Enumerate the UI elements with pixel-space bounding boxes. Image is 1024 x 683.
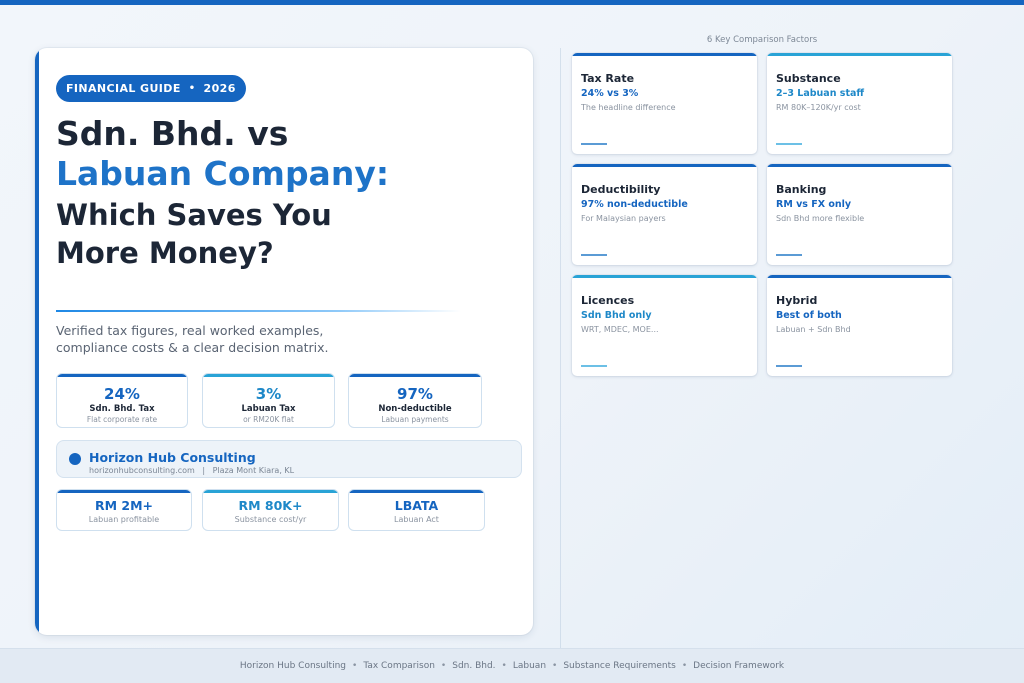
factor-card-banking: Banking RM vs FX only Sdn Bhd more flexi… <box>767 164 952 265</box>
stat-card-lbata: LBATA Labuan Act <box>348 489 485 531</box>
footer-item: Sdn. Bhd. <box>452 661 496 671</box>
footer-separator: • <box>352 661 358 671</box>
footer-separator: • <box>501 661 507 671</box>
factor-subtext: Sdn Bhd more flexible <box>776 214 865 223</box>
factor-card-accent <box>767 164 952 167</box>
stat-value: 24% <box>104 385 140 403</box>
consultant-location: Plaza Mont Kiara, KL <box>212 466 295 475</box>
stat-value: LBATA <box>394 498 439 513</box>
factor-value: 97% non-deductible <box>581 199 688 210</box>
factor-title: Substance <box>776 72 841 85</box>
footer-item: Substance Requirements <box>563 661 676 671</box>
factor-subtext: WRT, MDEC, MOE... <box>581 325 659 334</box>
factor-card-accent <box>572 53 757 56</box>
stat-sublabel: Labuan payments <box>381 415 449 424</box>
footer-separator: • <box>681 661 688 671</box>
factor-underline <box>776 365 802 367</box>
stat-card-sdn-bhd-tax: 24% Sdn. Bhd. Tax Flat corporate rate <box>56 373 188 428</box>
factor-card-licences: Licences Sdn Bhd only WRT, MDEC, MOE... <box>572 275 757 376</box>
factor-title: Deductibility <box>581 183 661 196</box>
stat-sublabel: Labuan Act <box>394 515 439 524</box>
stat-card-non-deductible: 97% Non-deductible Labuan payments <box>348 373 482 428</box>
footer-bar: Horizon Hub Consulting • Tax Comparison … <box>0 648 1024 683</box>
stat-card-accent <box>349 490 484 493</box>
factor-card-deductibility: Deductibility 97% non-deductible For Mal… <box>572 164 757 265</box>
factor-subtext: Labuan + Sdn Bhd <box>776 325 851 334</box>
factor-card-accent <box>767 275 952 278</box>
guide-badge: FINANCIAL GUIDE • 2026 <box>56 75 246 102</box>
top-accent-bar <box>0 0 1024 5</box>
factor-underline <box>581 365 607 367</box>
consultant-name: Horizon Hub Consulting <box>89 450 256 465</box>
footer-separator: • <box>440 661 447 671</box>
consultant-banner: Horizon Hub Consulting horizonhubconsult… <box>56 440 522 478</box>
title-line-1: Sdn. Bhd. vs <box>56 114 289 153</box>
panel-divider <box>560 48 561 648</box>
stat-sublabel: Flat corporate rate <box>86 415 158 424</box>
badge-label: FINANCIAL GUIDE <box>66 82 181 95</box>
consultant-website[interactable]: horizonhubconsulting.com <box>89 466 195 475</box>
factor-title: Licences <box>581 294 635 307</box>
badge-year: 2026 <box>203 82 236 95</box>
stat-label: Labuan Tax <box>241 404 296 414</box>
consultant-separator: | <box>202 466 206 475</box>
title-line-2: Labuan Company: <box>56 154 390 193</box>
stat-card-labuan-tax: 3% Labuan Tax or RM20K flat <box>202 373 335 428</box>
page-title: Sdn. Bhd. vs Labuan Company: Which Saves… <box>56 114 516 272</box>
factor-value: 2–3 Labuan staff <box>776 88 865 99</box>
stat-value: 3% <box>255 385 282 403</box>
factor-value: Sdn Bhd only <box>581 310 652 321</box>
stat-card-labuan-profitable: RM 2M+ Labuan profitable <box>56 489 192 531</box>
factor-underline <box>581 254 607 256</box>
title-line-3: Which Saves You <box>56 198 332 232</box>
stat-sublabel: Substance cost/yr <box>234 515 307 524</box>
factor-card-accent <box>767 53 952 56</box>
stat-label: Non-deductible <box>378 404 452 414</box>
footer-item: Horizon Hub Consulting <box>239 661 346 671</box>
stat-value: 97% <box>397 385 433 403</box>
factor-title: Hybrid <box>776 294 818 307</box>
consultant-dot-icon <box>69 453 81 465</box>
title-divider <box>56 310 461 312</box>
stat-card-accent <box>57 374 187 377</box>
factor-card-hybrid: Hybrid Best of both Labuan + Sdn Bhd <box>767 275 952 376</box>
stat-value: RM 2M+ <box>94 498 154 513</box>
stat-card-accent <box>57 490 191 493</box>
factor-value: RM vs FX only <box>776 199 852 210</box>
factors-heading: 6 Key Comparison Factors <box>706 35 818 45</box>
hero-card: FINANCIAL GUIDE • 2026 Sdn. Bhd. vs Labu… <box>35 48 533 635</box>
factor-subtext: For Malaysian payers <box>581 214 666 223</box>
consultant-details: horizonhubconsulting.com | Plaza Mont Ki… <box>89 466 294 475</box>
factor-underline <box>776 143 802 145</box>
page-subtitle: Verified tax figures, real worked exampl… <box>56 323 329 355</box>
footer-item: Labuan <box>512 661 547 671</box>
footer-separator: • <box>552 661 558 671</box>
factor-card-accent <box>572 164 757 167</box>
footer-item: Tax Comparison <box>363 661 435 671</box>
hero-accent-stripe <box>35 48 39 635</box>
badge-separator: • <box>188 83 196 94</box>
factor-subtext: The headline difference <box>581 103 676 112</box>
factor-card-accent <box>572 275 757 278</box>
stat-card-accent <box>203 490 338 493</box>
factor-underline <box>776 254 802 256</box>
factor-value: 24% vs 3% <box>581 88 639 99</box>
factor-card-substance: Substance 2–3 Labuan staff RM 80K–120K/y… <box>767 53 952 154</box>
factor-underline <box>581 143 607 145</box>
factor-title: Tax Rate <box>581 72 635 85</box>
factor-title: Banking <box>776 183 827 196</box>
factor-card-tax-rate: Tax Rate 24% vs 3% The headline differen… <box>572 53 757 154</box>
title-line-4: More Money? <box>56 236 274 270</box>
stat-card-accent <box>203 374 334 377</box>
stat-label: Sdn. Bhd. Tax <box>89 404 155 414</box>
stat-value: RM 80K+ <box>238 498 303 513</box>
stat-card-accent <box>349 374 481 377</box>
stat-card-substance-cost: RM 80K+ Substance cost/yr <box>202 489 339 531</box>
factor-value: Best of both <box>776 310 842 321</box>
footer-item: Decision Framework <box>693 661 785 671</box>
stat-sublabel: Labuan profitable <box>88 515 160 524</box>
stat-sublabel: or RM20K flat <box>243 415 294 424</box>
factor-subtext: RM 80K–120K/yr cost <box>776 103 861 112</box>
